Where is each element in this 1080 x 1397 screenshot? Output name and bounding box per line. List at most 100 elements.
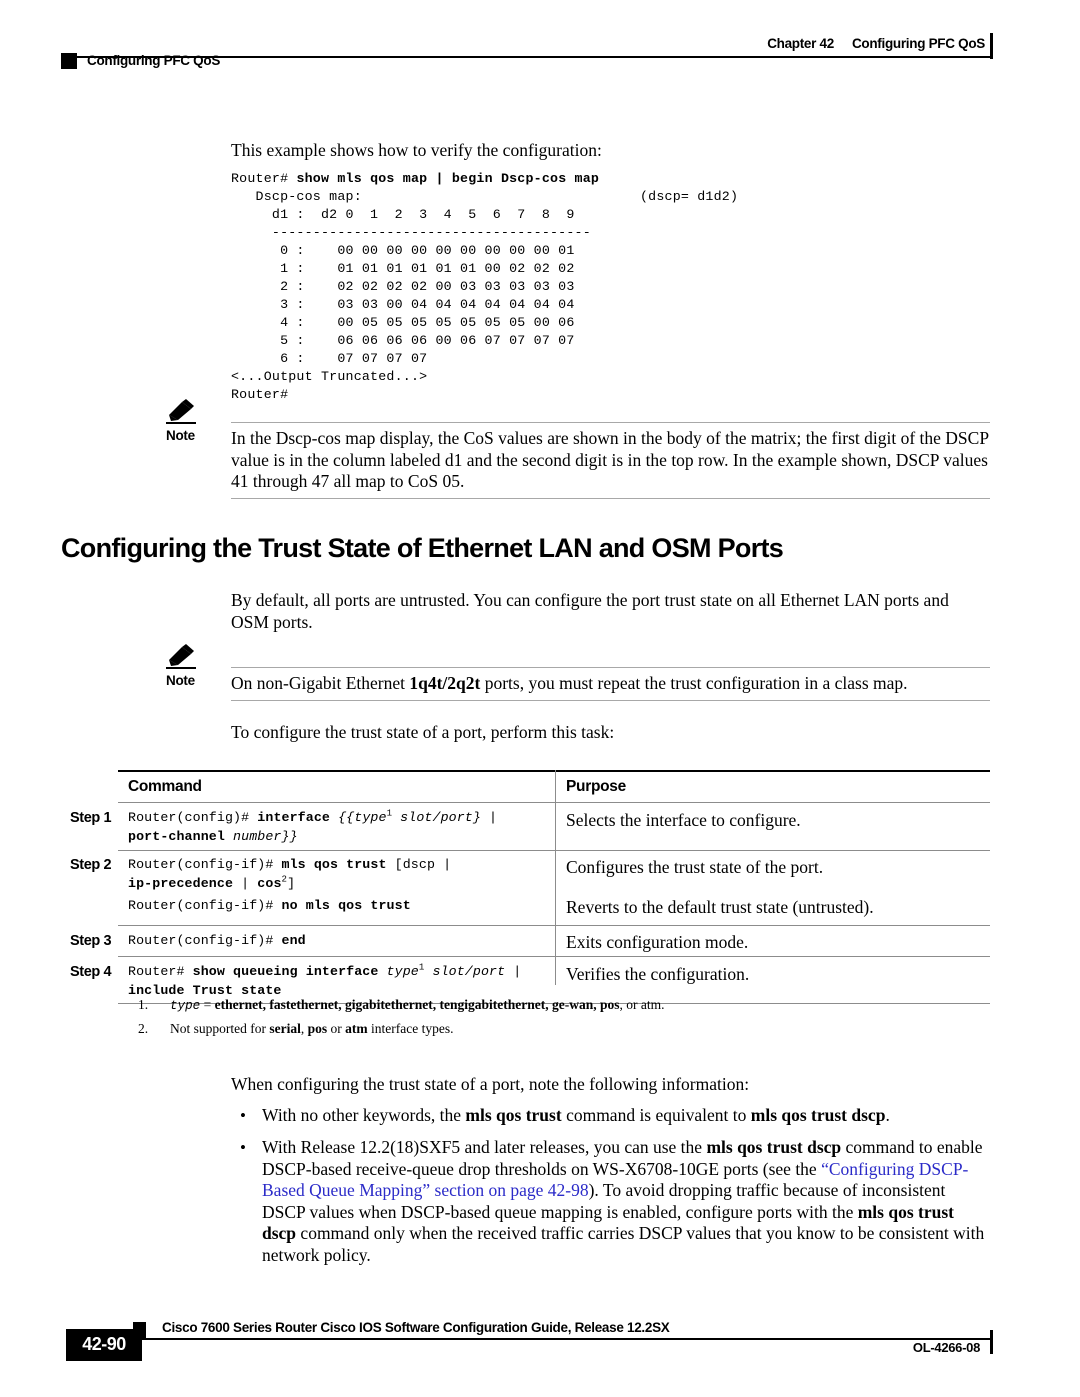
- code-output-line: 4 : 00 05 05 05 05 05 05 05 00 06: [231, 315, 575, 330]
- table-row-rule: [118, 850, 990, 851]
- note-text: On non-Gigabit Ethernet 1q4t/2q2t ports,…: [231, 673, 990, 695]
- document-page: Chapter 42 Configuring PFC QoS Configurin…: [0, 0, 1080, 1397]
- table-header-rule: [118, 802, 990, 803]
- pencil-icon: [166, 399, 196, 424]
- note-rule-bottom: [231, 498, 990, 499]
- bullet-command: mls qos trust dscp: [750, 1105, 886, 1125]
- note-text-emphasis: 1q4t/2q2t: [409, 673, 481, 693]
- table-cell-purpose: Selects the interface to configure.: [566, 810, 801, 830]
- footnote-sep: ,: [300, 1021, 308, 1036]
- table-cell-purpose-sub: Reverts to the default trust state (untr…: [566, 897, 874, 917]
- pencil-icon: [166, 644, 196, 669]
- bullet-text: With Release 12.2(18)SXF5 and later rele…: [262, 1137, 707, 1157]
- table-header-purpose: Purpose: [566, 778, 626, 795]
- bullet-marker-icon: •: [240, 1138, 246, 1157]
- footnote-values: ethernet, fastethernet, gigabitethernet,…: [214, 997, 620, 1012]
- table-step-label: Step 2: [70, 857, 112, 873]
- bullet-marker-icon: •: [240, 1106, 246, 1125]
- table-step-label: Step 1: [70, 810, 112, 826]
- bullet-item: With Release 12.2(18)SXF5 and later rele…: [262, 1137, 992, 1266]
- cmd-keyword: no mls qos trust: [281, 898, 411, 913]
- table-row-rule: [118, 956, 990, 957]
- command-table: Command Purpose Step 1 Router(config)# i…: [70, 770, 990, 1004]
- table-step-label: Step 4: [70, 964, 112, 980]
- running-header-right: Chapter 42 Configuring PFC QoS: [560, 36, 985, 51]
- code-output-line: 0 : 00 00 00 00 00 00 00 00 00 01: [231, 243, 575, 258]
- cmd-arg: type: [378, 964, 419, 979]
- cmd-keyword: port-channel: [128, 828, 225, 844]
- note-text-pre: On non-Gigabit Ethernet: [231, 673, 410, 693]
- note-rule-top: [231, 667, 990, 668]
- footnote-values: atm: [345, 1021, 368, 1036]
- header-left-title: Configuring PFC QoS: [87, 53, 221, 68]
- header-square-marker-icon: [61, 53, 77, 69]
- code-output-line: 2 : 02 02 02 02 00 03 03 03 03 03: [231, 279, 575, 294]
- code-output-line: Dscp-cos map: (dscp= d1d2): [231, 189, 739, 204]
- footnote-values: serial: [269, 1021, 301, 1036]
- footnote-text: Not supported for serial, pos or atm int…: [170, 1020, 453, 1037]
- cmd-arg: [dscp |: [386, 857, 452, 872]
- note-rule-top: [231, 422, 990, 423]
- code-output-line: 1 : 01 01 01 01 01 01 00 02 02 02: [231, 261, 575, 276]
- table-header-command: Command: [128, 778, 202, 795]
- footnote-post: , or atm.: [619, 997, 665, 1012]
- cmd-sep: |: [233, 875, 258, 891]
- example-lead-paragraph: This example shows how to verify the con…: [231, 140, 602, 160]
- cmd-prompt: Router(config)#: [128, 810, 258, 825]
- header-chapter-number: Chapter 42: [767, 36, 834, 51]
- cmd-prompt: Router(config-if)#: [128, 933, 282, 948]
- cmd-arg: slot/port} |: [392, 810, 498, 825]
- footnote-sep: or: [327, 1021, 346, 1036]
- table-cell-command-sub: Router(config-if)# no mls qos trust: [128, 897, 411, 916]
- header-change-bar: [990, 33, 993, 59]
- footnote-number: 2.: [138, 1021, 149, 1036]
- note-text-post: ports, you must repeat the trust configu…: [480, 673, 908, 693]
- footer-document-number: OL-4266-08: [912, 1340, 980, 1355]
- table-cell-purpose: Verifies the configuration.: [566, 964, 750, 984]
- code-output-line: 5 : 06 06 06 06 00 06 07 07 07 07: [231, 333, 575, 348]
- footer-guide-title: Cisco 7600 Series Router Cisco IOS Softw…: [162, 1320, 670, 1335]
- note-label: Note: [166, 673, 195, 688]
- footnote-post: interface types.: [367, 1021, 454, 1036]
- section-intro-paragraph: By default, all ports are untrusted. You…: [231, 590, 949, 632]
- header-chapter-title: Configuring PFC QoS: [851, 36, 985, 51]
- task-lead-paragraph: To configure the trust state of a port, …: [231, 722, 615, 742]
- cmd-keyword: ip-precedence: [128, 875, 234, 891]
- table-cell-purpose: Configures the trust state of the port.: [566, 857, 824, 877]
- note-rule-bottom: [231, 700, 990, 701]
- code-output-line: 6 : 07 07 07 07: [231, 351, 428, 366]
- footnote-var: type: [170, 999, 201, 1013]
- cmd-keyword: cos: [257, 875, 282, 891]
- table-cell-command: Router(config-if)# end: [128, 932, 306, 951]
- cmd-arg: number}}: [224, 828, 298, 844]
- code-output-line: 3 : 03 03 00 04 04 04 04 04 04 04: [231, 297, 575, 312]
- table-cell-command: Router# show queueing interface type1 sl…: [128, 963, 521, 1000]
- code-command: show mls qos map | begin Dscp-cos map: [296, 171, 600, 186]
- code-output-line: <...Output Truncated...>: [231, 369, 428, 384]
- note-text: In the Dscp-cos map display, the CoS val…: [231, 428, 989, 491]
- footnote-pre: Not supported for: [170, 1021, 270, 1036]
- footer-page-number: 42-90: [82, 1334, 126, 1354]
- page-title: Configuring the Trust State of Ethernet …: [61, 533, 784, 563]
- cmd-keyword: mls qos trust: [281, 857, 387, 872]
- cmd-prompt: Router(config-if)#: [128, 898, 282, 913]
- table-cell-command: Router(config-if)# mls qos trust [dscp |…: [128, 856, 451, 893]
- cmd-arg: slot/port |: [424, 964, 522, 979]
- bullet-command: mls qos trust: [465, 1105, 562, 1125]
- bullet-item: With no other keywords, the mls qos trus…: [262, 1105, 992, 1127]
- bullet-text: With no other keywords, the: [262, 1105, 466, 1125]
- bullet-command: mls qos trust dscp: [706, 1137, 842, 1157]
- code-output-line: ---------------------------------------: [231, 225, 591, 240]
- cmd-keyword: interface: [257, 810, 330, 825]
- table-top-rule: [118, 770, 990, 772]
- footnote-eq: =: [200, 997, 215, 1012]
- cmd-arg: ]: [287, 875, 296, 891]
- footnote-number: 1.: [138, 997, 149, 1012]
- notes-lead-paragraph: When configuring the trust state of a po…: [231, 1074, 750, 1094]
- code-output-line: d1 : d2 0 1 2 3 4 5 6 7 8 9: [231, 207, 575, 222]
- code-output-line: Router#: [231, 387, 289, 402]
- cmd-arg: {{type: [330, 810, 387, 825]
- code-command-line: Router# show mls qos map | begin Dscp-co…: [231, 170, 599, 188]
- bullet-text: .: [885, 1105, 890, 1125]
- cmd-prompt: Router#: [128, 964, 193, 979]
